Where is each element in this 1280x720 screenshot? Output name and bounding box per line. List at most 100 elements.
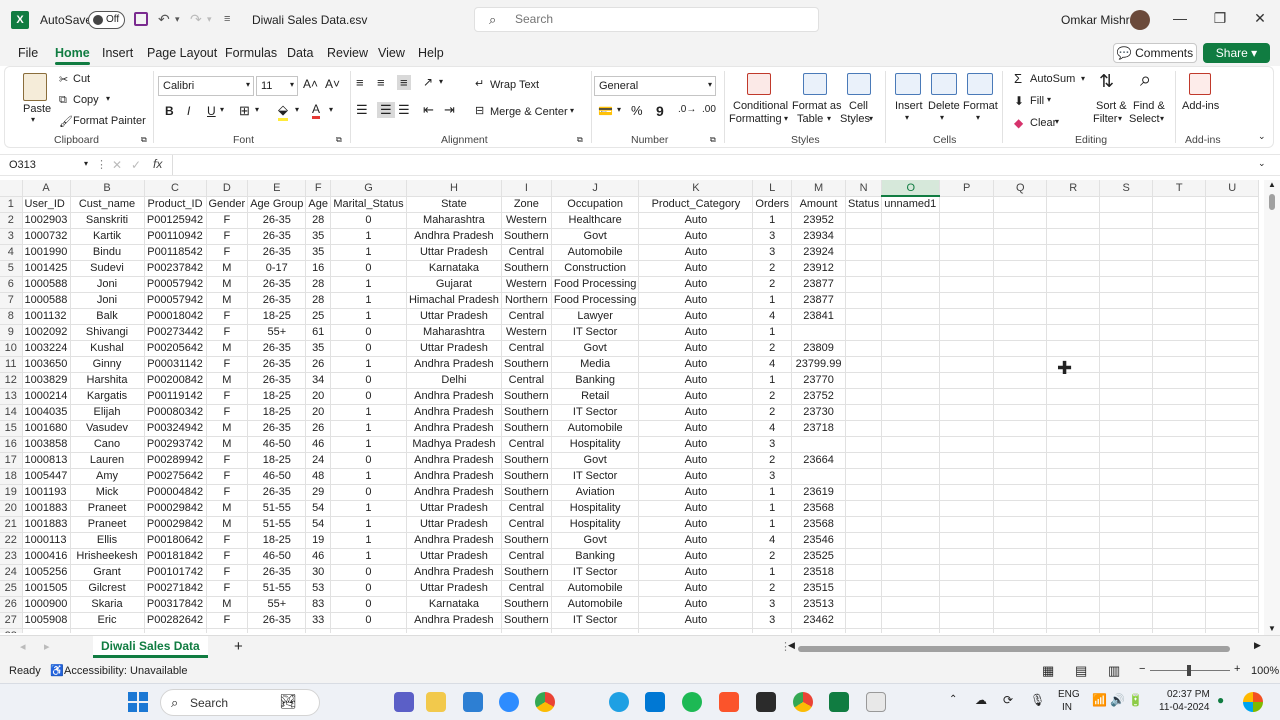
cell[interactable] [1152,612,1207,629]
add-ins-icon[interactable] [1189,73,1211,95]
cell[interactable]: Ginny [70,356,145,373]
cell[interactable]: 1005256 [22,564,71,581]
cell[interactable]: Praneet [70,516,145,533]
cell[interactable]: Auto [638,212,754,229]
font-size-select[interactable]: 11 ▾ [256,76,298,96]
collapse-ribbon-icon[interactable]: ⌄ [1258,131,1266,142]
cell[interactable] [881,436,941,453]
cell[interactable]: Auto [638,292,754,309]
cell[interactable]: 4 [752,356,793,373]
cell[interactable]: 1000588 [22,276,71,293]
cell[interactable] [1152,564,1207,581]
cell[interactable]: 23924 [791,244,847,261]
cell[interactable] [791,468,847,485]
clear-dropdown-icon[interactable]: ▾ [1055,117,1059,126]
cell[interactable] [1099,580,1154,597]
battery-icon[interactable]: 🔋 [1128,693,1143,707]
row-header[interactable]: 15 [0,420,23,437]
column-header-m[interactable]: M [791,180,847,197]
cell[interactable]: Gujarat [406,276,502,293]
cell[interactable]: 23770 [791,372,847,389]
cell[interactable] [845,260,883,277]
cell[interactable]: F [206,244,249,261]
fill-dropdown-icon[interactable]: ▾ [1047,95,1051,104]
normal-view-icon[interactable]: ▦ [1042,663,1054,679]
align-middle-icon[interactable]: ≡ [377,75,385,90]
cell[interactable]: P00031142 [144,356,207,373]
cell[interactable]: Kartik [70,228,145,245]
cell[interactable] [1099,292,1154,309]
cell[interactable] [1046,292,1101,309]
cell[interactable] [1205,612,1260,629]
cell[interactable]: P00200842 [144,372,207,389]
paste-icon[interactable] [23,73,47,101]
page-layout-view-icon[interactable]: ▤ [1075,663,1087,679]
cell[interactable]: 18-25 [247,452,307,469]
cell[interactable]: P00275642 [144,468,207,485]
cell[interactable] [993,276,1048,293]
delete-cells-label[interactable]: Delete [928,100,960,112]
cell[interactable]: P00119142 [144,388,207,405]
cell[interactable]: F [206,212,249,229]
cell[interactable] [993,356,1048,373]
cell[interactable]: Southern [501,260,552,277]
cell[interactable]: Joni [70,292,145,309]
cell[interactable] [1205,516,1260,533]
cell[interactable]: Skaria [70,596,145,613]
cell[interactable]: 54 [305,500,331,517]
cell[interactable] [1099,484,1154,501]
cell[interactable] [1205,308,1260,325]
row-header[interactable]: 9 [0,324,23,341]
cell[interactable]: 1001883 [22,516,71,533]
cell[interactable]: F [206,580,249,597]
column-header-f[interactable]: F [305,180,331,197]
cell[interactable]: Auto [638,388,754,405]
user-name[interactable]: Omkar Mishra [1061,13,1136,27]
column-header-r[interactable]: R [1046,180,1101,197]
cell[interactable] [993,468,1048,485]
cell[interactable] [1205,580,1260,597]
column-header-l[interactable]: L [752,180,793,197]
tab-help[interactable]: Help [418,46,444,60]
cell[interactable]: Auto [638,516,754,533]
cell[interactable]: Uttar Pradesh [406,308,502,325]
row-header[interactable]: 8 [0,308,23,325]
column-header-e[interactable]: E [247,180,307,197]
cell[interactable] [330,628,407,633]
cell[interactable] [939,468,995,485]
cell[interactable]: 0-17 [247,260,307,277]
cell[interactable]: 2 [752,404,793,421]
cell[interactable]: Retail [551,388,640,405]
cell[interactable] [881,500,941,517]
cell[interactable]: 1 [330,228,407,245]
cell[interactable]: 0 [330,484,407,501]
cell[interactable]: 26-35 [247,292,307,309]
cell[interactable]: 26-35 [247,612,307,629]
cell[interactable] [845,308,883,325]
cell[interactable]: Auto [638,228,754,245]
cell[interactable]: 26-35 [247,356,307,373]
language-in[interactable]: IN [1062,702,1072,713]
increase-indent-icon[interactable]: ⇥ [444,102,455,118]
cell[interactable]: Auto [638,500,754,517]
underline-icon[interactable]: U [207,104,216,118]
cell[interactable] [845,500,883,517]
cell[interactable] [939,596,995,613]
cell[interactable]: 0 [330,324,407,341]
cell[interactable]: 0 [330,260,407,277]
cell[interactable]: 28 [305,212,331,229]
cell[interactable] [1205,388,1260,405]
cell[interactable] [993,260,1048,277]
cell[interactable] [1152,516,1207,533]
align-right-icon[interactable]: ☰ [398,102,410,118]
cell[interactable]: F [206,324,249,341]
cell[interactable]: 1 [752,324,793,341]
accounting-icon[interactable]: 💳 [598,104,613,118]
cell[interactable]: 23568 [791,500,847,517]
cell[interactable]: Uttar Pradesh [406,340,502,357]
row-header[interactable]: 24 [0,564,23,581]
cell[interactable] [993,340,1048,357]
header-cell[interactable] [1205,196,1260,213]
cell[interactable]: 23518 [791,564,847,581]
cell[interactable] [845,532,883,549]
